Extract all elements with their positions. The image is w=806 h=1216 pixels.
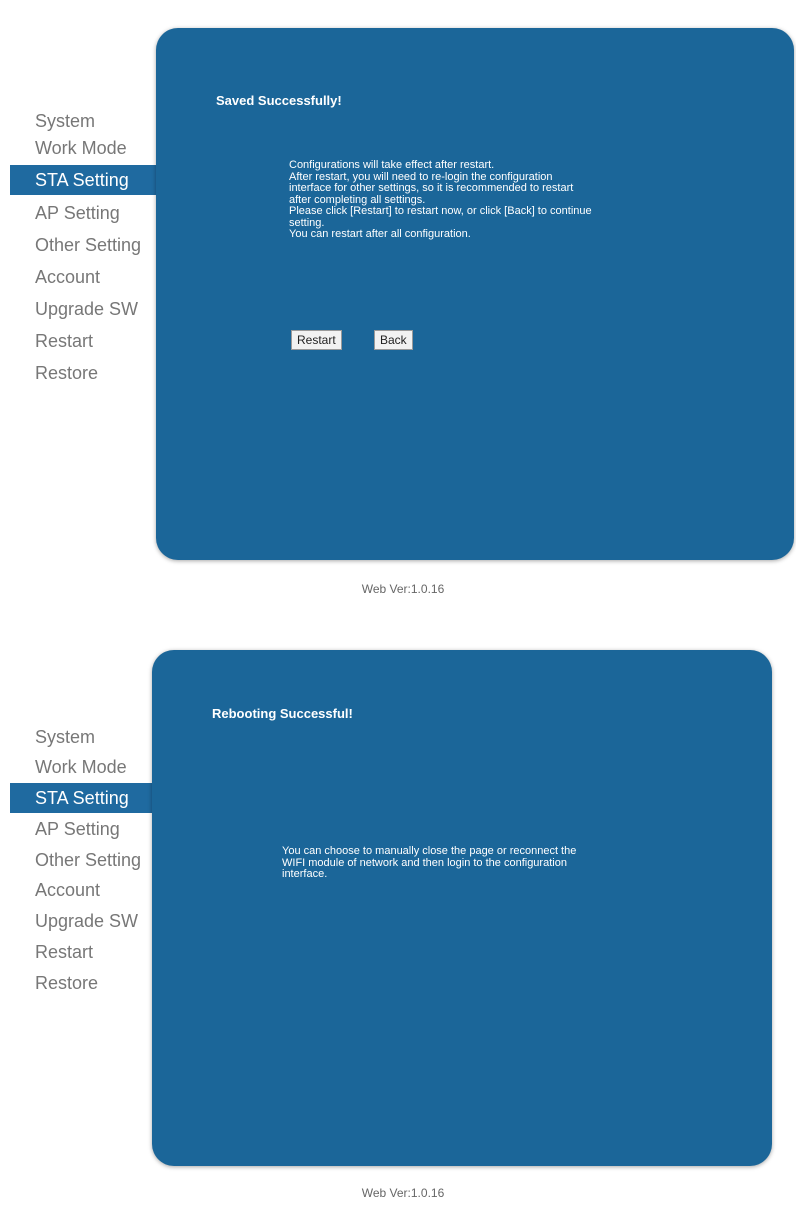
saved-screen: System Work Mode STA Setting AP Setting … <box>10 8 796 612</box>
nav-item-account[interactable]: Account <box>10 262 156 292</box>
nav-item-ap-setting[interactable]: AP Setting <box>10 198 156 228</box>
reboot-message: You can choose to manually close the pag… <box>282 845 662 881</box>
nav-item-restore[interactable]: Restore <box>10 968 156 998</box>
nav-item-account[interactable]: Account <box>10 875 156 905</box>
restart-button[interactable]: Restart <box>291 330 342 350</box>
message-line: You can choose to manually close the pag… <box>282 845 577 857</box>
reboot-screen: System Work Mode STA Setting AP Setting … <box>10 630 796 1212</box>
nav-item-restore[interactable]: Restore <box>10 358 156 388</box>
nav-item-ap-setting[interactable]: AP Setting <box>10 814 156 844</box>
nav-item-restart[interactable]: Restart <box>10 326 156 356</box>
back-button[interactable]: Back <box>374 330 413 350</box>
message-line: interface for other settings, so it is r… <box>289 182 574 194</box>
version-footer: Web Ver:1.0.16 <box>361 1186 445 1200</box>
nav-item-sta-setting[interactable]: STA Setting <box>10 783 156 813</box>
nav-item-work-mode[interactable]: Work Mode <box>10 133 156 163</box>
message-line: Configurations will take effect after re… <box>289 159 495 171</box>
message-line: WIFI module of network and then login to… <box>282 856 567 869</box>
nav-item-system[interactable]: System <box>10 106 156 136</box>
restart-message: Configurations will take effect after re… <box>289 159 689 241</box>
nav-item-restart[interactable]: Restart <box>10 937 156 967</box>
nav-item-other-setting[interactable]: Other Setting <box>10 845 156 875</box>
message-line: You can restart after all configuration. <box>289 228 471 240</box>
message-line: interface. <box>282 868 328 880</box>
version-footer: Web Ver:1.0.16 <box>361 582 445 596</box>
panel-title: Saved Successfully! <box>216 93 342 108</box>
nav-item-upgrade-sw[interactable]: Upgrade SW <box>10 906 156 936</box>
nav-item-upgrade-sw[interactable]: Upgrade SW <box>10 294 156 324</box>
content-panel: Rebooting Successful! You can choose to … <box>152 650 772 1166</box>
message-line: Please click [Restart] to restart now, o… <box>289 205 592 217</box>
nav-item-sta-setting[interactable]: STA Setting <box>10 165 156 195</box>
nav-item-work-mode[interactable]: Work Mode <box>10 752 156 782</box>
nav-item-system[interactable]: System <box>10 722 156 752</box>
nav-item-other-setting[interactable]: Other Setting <box>10 230 156 260</box>
panel-title: Rebooting Successful! <box>212 706 353 721</box>
content-panel: Saved Successfully! Configurations will … <box>156 28 794 560</box>
